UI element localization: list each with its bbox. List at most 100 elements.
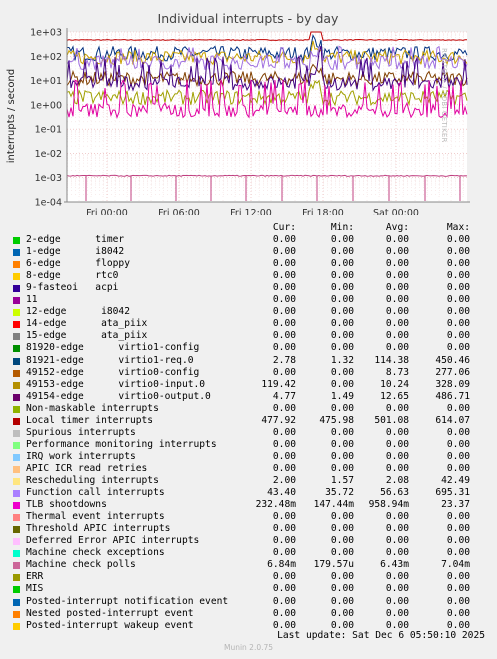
legend-max: 486.71 — [435, 390, 470, 402]
legend-avg: 0.00 — [385, 342, 409, 354]
legend-avg: 0.00 — [385, 438, 409, 450]
legend-avg: 0.00 — [385, 462, 409, 474]
legend-avg: 114.38 — [374, 354, 409, 366]
legend-max: 0.00 — [446, 607, 470, 619]
legend-label: Machine check polls — [26, 559, 136, 571]
legend-max: 614.07 — [435, 414, 470, 426]
legend-max: 0.00 — [446, 462, 470, 474]
legend-avg: 0.00 — [385, 595, 409, 607]
legend-max: 0.00 — [446, 595, 470, 607]
legend-max: 0.00 — [446, 342, 470, 354]
legend-label: Posted-interrupt notification event — [26, 595, 229, 607]
legend-swatch — [13, 393, 20, 401]
legend-max: 450.46 — [435, 354, 470, 366]
legend-row: 2-edge timer 0.00 0.00 0.00 0.00 — [13, 234, 493, 246]
legend-swatch — [13, 237, 20, 244]
legend-max: 42.49 — [441, 475, 470, 486]
legend-avg: 0.00 — [385, 270, 409, 282]
legend-avg: 2.08 — [385, 475, 409, 486]
legend-swatch — [13, 478, 20, 485]
legend-swatch — [13, 610, 20, 618]
legend-max: 0.00 — [446, 282, 470, 294]
legend-swatch — [13, 297, 20, 305]
y-tick-label: 1e-02 — [35, 149, 62, 160]
legend-label: 8-edge rtc0 — [26, 270, 119, 282]
legend-swatch — [13, 550, 20, 558]
legend-label: 9-fasteoi acpi — [26, 282, 119, 294]
legend-label: APIC ICR read retries — [26, 462, 148, 474]
legend-label: IRQ work interrupts — [26, 450, 136, 462]
legend-avg: 0.00 — [385, 571, 409, 583]
legend-max: 0.00 — [446, 270, 470, 282]
legend-avg: 0.00 — [385, 583, 409, 595]
legend-swatch — [13, 514, 20, 522]
legend-label: 6-edge floppy — [26, 258, 130, 270]
legend-row: Posted-interrupt notification event 0.00 0… — [13, 596, 493, 608]
legend-row: 81920-edge virtio1-config 0.00 0.00 0.00 0.0… — [13, 342, 493, 354]
legend-row: 11 0.00 0.00 0.00 0.00 — [13, 294, 493, 306]
legend-max: 0.00 — [446, 583, 470, 595]
legend-row: 15-edge ata_piix 0.00 0.00 0.00 0.00 — [13, 330, 493, 342]
legend-max: 695.31 — [435, 487, 470, 499]
legend-row: Non-maskable interrupts 0.00 0.00 0.00 0.00 — [13, 403, 493, 415]
legend-max: 0.00 — [446, 438, 470, 450]
side-label: RRDTOOL / TOBI OETIKER — [440, 48, 449, 143]
legend-row: Function call interrupts 43.40 35.72 56.63 6… — [13, 487, 493, 499]
legend-swatch — [13, 574, 20, 582]
legend-swatch — [13, 285, 20, 293]
legend-max: 0.00 — [446, 571, 470, 583]
legend-label: Rescheduling interrupts — [26, 475, 159, 486]
legend-row: ERR 0.00 0.00 0.00 0.00 — [13, 571, 493, 583]
legend-label: ERR — [26, 571, 44, 583]
chart-title: Individual interrupts - by day — [158, 11, 340, 26]
legend-row: Deferred Error APIC interrupts 0.00 0.00 0.… — [13, 535, 493, 547]
y-tick-label: 1e+00 — [30, 100, 62, 111]
legend-avg: 501.08 — [374, 414, 409, 426]
legend-label: 49153-edge virtio0-input.0 — [26, 378, 206, 390]
x-tick-label: Sat 00:00 — [373, 208, 419, 215]
legend-swatch — [13, 369, 20, 377]
header-avg: Avg: — [385, 222, 409, 233]
y-tick-label: 1e+02 — [30, 52, 62, 63]
legend-row: Local timer interrupts 477.92 475.98 501.08… — [13, 415, 493, 427]
legend-swatch — [13, 586, 20, 594]
legend-max: 0.00 — [446, 523, 470, 535]
legend-avg: 0.00 — [385, 318, 409, 330]
legend-swatch — [13, 429, 20, 437]
legend-label: 81920-edge virtio1-config — [26, 342, 200, 354]
legend-row: Spurious interrupts 0.00 0.00 0.00 0.00 — [13, 427, 493, 439]
legend-row: Performance monitoring interrupts 0.00 0.0… — [13, 439, 493, 451]
header-max: Max: — [446, 222, 470, 233]
legend-row: Nested posted-interrupt event 0.00 0.00 0.0… — [13, 608, 493, 620]
chart-area: Individual interrupts - by day interrupt… — [6, 11, 470, 215]
legend-avg: 0.00 — [385, 246, 409, 258]
legend-label: Deferred Error APIC interrupts — [26, 535, 200, 547]
legend-row: Machine check exceptions 0.00 0.00 0.00 0.00 — [13, 547, 493, 559]
legend-avg: 0.00 — [385, 535, 409, 547]
y-tick-label: 1e-04 — [35, 198, 62, 209]
legend-avg: 0.00 — [385, 523, 409, 535]
legend-max: 0.00 — [446, 330, 470, 342]
legend-max: 0.00 — [446, 294, 470, 306]
legend-max: 277.06 — [435, 366, 470, 378]
legend-max: 0.00 — [446, 402, 470, 414]
legend-swatch — [13, 357, 20, 365]
legend-avg: 0.00 — [385, 619, 409, 631]
legend-row: 49152-edge virtio0-config 0.00 0.00 8.73 277… — [13, 367, 493, 379]
legend-label: Threshold APIC interrupts — [26, 523, 171, 535]
legend-avg: 0.00 — [385, 258, 409, 270]
legend-max: 0.00 — [446, 306, 470, 318]
legend-avg: 12.65 — [380, 390, 409, 402]
x-tick-label: Fri 06:00 — [158, 208, 200, 215]
legend-avg: 0.00 — [385, 234, 409, 245]
legend-label: 12-edge i8042 — [26, 306, 130, 318]
legend-swatch — [13, 526, 20, 534]
legend-max: 7.04m — [441, 559, 470, 571]
legend-swatch — [13, 538, 20, 546]
legend-avg: 10.24 — [380, 378, 409, 390]
legend-row: Machine check polls 6.84m 179.57u 6.43m 7.04… — [13, 559, 493, 571]
x-tick-label: Fri 12:00 — [230, 208, 272, 215]
legend-swatch — [13, 502, 20, 510]
legend-row: 6-edge floppy 0.00 0.00 0.00 0.00 — [13, 258, 493, 270]
legend-avg: 0.00 — [385, 426, 409, 438]
